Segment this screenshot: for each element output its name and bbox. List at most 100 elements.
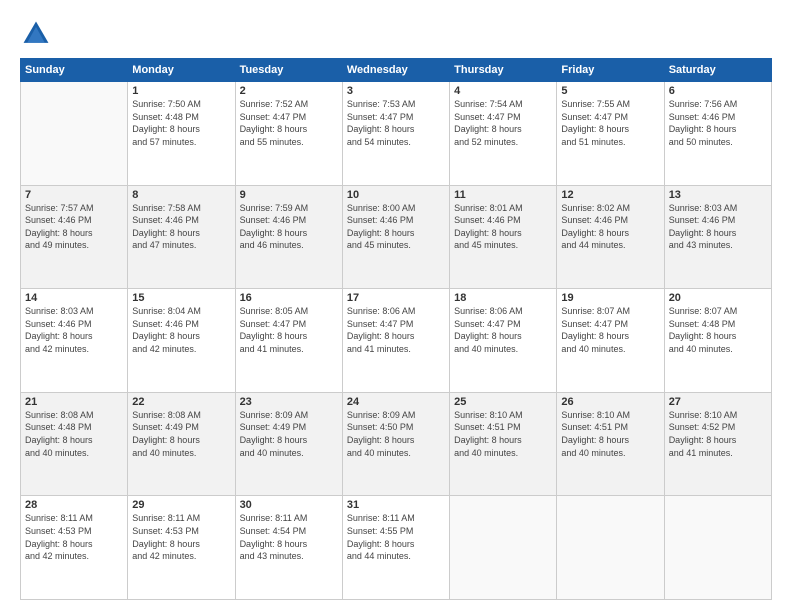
calendar-cell [557,496,664,600]
weekday-header-saturday: Saturday [664,59,771,82]
day-info: Sunrise: 8:00 AM Sunset: 4:46 PM Dayligh… [347,202,445,252]
calendar-cell [21,82,128,186]
calendar-week-row: 21Sunrise: 8:08 AM Sunset: 4:48 PM Dayli… [21,392,772,496]
day-number: 1 [132,85,230,97]
day-info: Sunrise: 7:56 AM Sunset: 4:46 PM Dayligh… [669,98,767,148]
calendar-week-row: 14Sunrise: 8:03 AM Sunset: 4:46 PM Dayli… [21,289,772,393]
day-info: Sunrise: 7:50 AM Sunset: 4:48 PM Dayligh… [132,98,230,148]
calendar-cell: 16Sunrise: 8:05 AM Sunset: 4:47 PM Dayli… [235,289,342,393]
calendar-cell: 17Sunrise: 8:06 AM Sunset: 4:47 PM Dayli… [342,289,449,393]
day-number: 27 [669,396,767,408]
day-number: 5 [561,85,659,97]
day-number: 22 [132,396,230,408]
day-info: Sunrise: 8:11 AM Sunset: 4:55 PM Dayligh… [347,512,445,562]
calendar-week-row: 28Sunrise: 8:11 AM Sunset: 4:53 PM Dayli… [21,496,772,600]
weekday-header-wednesday: Wednesday [342,59,449,82]
weekday-header-thursday: Thursday [450,59,557,82]
day-info: Sunrise: 8:10 AM Sunset: 4:51 PM Dayligh… [561,409,659,459]
weekday-header-friday: Friday [557,59,664,82]
day-info: Sunrise: 8:03 AM Sunset: 4:46 PM Dayligh… [25,305,123,355]
calendar-cell: 31Sunrise: 8:11 AM Sunset: 4:55 PM Dayli… [342,496,449,600]
day-number: 14 [25,292,123,304]
day-number: 8 [132,189,230,201]
calendar-table: SundayMondayTuesdayWednesdayThursdayFrid… [20,58,772,600]
calendar-cell: 6Sunrise: 7:56 AM Sunset: 4:46 PM Daylig… [664,82,771,186]
day-number: 11 [454,189,552,201]
day-number: 2 [240,85,338,97]
day-info: Sunrise: 7:52 AM Sunset: 4:47 PM Dayligh… [240,98,338,148]
day-number: 19 [561,292,659,304]
calendar-cell: 28Sunrise: 8:11 AM Sunset: 4:53 PM Dayli… [21,496,128,600]
calendar-cell: 22Sunrise: 8:08 AM Sunset: 4:49 PM Dayli… [128,392,235,496]
day-info: Sunrise: 8:01 AM Sunset: 4:46 PM Dayligh… [454,202,552,252]
day-number: 10 [347,189,445,201]
calendar-cell: 30Sunrise: 8:11 AM Sunset: 4:54 PM Dayli… [235,496,342,600]
day-number: 29 [132,499,230,511]
calendar-cell: 1Sunrise: 7:50 AM Sunset: 4:48 PM Daylig… [128,82,235,186]
calendar-cell: 26Sunrise: 8:10 AM Sunset: 4:51 PM Dayli… [557,392,664,496]
day-number: 13 [669,189,767,201]
day-number: 9 [240,189,338,201]
day-info: Sunrise: 8:06 AM Sunset: 4:47 PM Dayligh… [454,305,552,355]
day-info: Sunrise: 8:03 AM Sunset: 4:46 PM Dayligh… [669,202,767,252]
calendar-cell: 11Sunrise: 8:01 AM Sunset: 4:46 PM Dayli… [450,185,557,289]
day-info: Sunrise: 8:05 AM Sunset: 4:47 PM Dayligh… [240,305,338,355]
day-info: Sunrise: 8:07 AM Sunset: 4:47 PM Dayligh… [561,305,659,355]
calendar-cell: 5Sunrise: 7:55 AM Sunset: 4:47 PM Daylig… [557,82,664,186]
day-number: 16 [240,292,338,304]
calendar-cell: 23Sunrise: 8:09 AM Sunset: 4:49 PM Dayli… [235,392,342,496]
day-info: Sunrise: 7:54 AM Sunset: 4:47 PM Dayligh… [454,98,552,148]
calendar-cell: 13Sunrise: 8:03 AM Sunset: 4:46 PM Dayli… [664,185,771,289]
day-info: Sunrise: 8:07 AM Sunset: 4:48 PM Dayligh… [669,305,767,355]
day-info: Sunrise: 7:59 AM Sunset: 4:46 PM Dayligh… [240,202,338,252]
day-info: Sunrise: 7:57 AM Sunset: 4:46 PM Dayligh… [25,202,123,252]
day-info: Sunrise: 8:09 AM Sunset: 4:50 PM Dayligh… [347,409,445,459]
calendar-cell: 4Sunrise: 7:54 AM Sunset: 4:47 PM Daylig… [450,82,557,186]
day-number: 17 [347,292,445,304]
day-info: Sunrise: 8:10 AM Sunset: 4:51 PM Dayligh… [454,409,552,459]
day-number: 25 [454,396,552,408]
day-info: Sunrise: 8:08 AM Sunset: 4:49 PM Dayligh… [132,409,230,459]
day-info: Sunrise: 7:58 AM Sunset: 4:46 PM Dayligh… [132,202,230,252]
day-number: 4 [454,85,552,97]
day-number: 18 [454,292,552,304]
day-info: Sunrise: 8:11 AM Sunset: 4:53 PM Dayligh… [25,512,123,562]
day-number: 31 [347,499,445,511]
calendar-cell [450,496,557,600]
calendar-cell: 19Sunrise: 8:07 AM Sunset: 4:47 PM Dayli… [557,289,664,393]
calendar-cell: 9Sunrise: 7:59 AM Sunset: 4:46 PM Daylig… [235,185,342,289]
calendar-cell: 3Sunrise: 7:53 AM Sunset: 4:47 PM Daylig… [342,82,449,186]
day-info: Sunrise: 7:55 AM Sunset: 4:47 PM Dayligh… [561,98,659,148]
calendar-cell: 27Sunrise: 8:10 AM Sunset: 4:52 PM Dayli… [664,392,771,496]
calendar-cell: 2Sunrise: 7:52 AM Sunset: 4:47 PM Daylig… [235,82,342,186]
header [20,18,772,50]
day-number: 12 [561,189,659,201]
day-number: 21 [25,396,123,408]
day-number: 7 [25,189,123,201]
page: SundayMondayTuesdayWednesdayThursdayFrid… [0,0,792,612]
calendar-cell: 10Sunrise: 8:00 AM Sunset: 4:46 PM Dayli… [342,185,449,289]
day-number: 26 [561,396,659,408]
day-info: Sunrise: 7:53 AM Sunset: 4:47 PM Dayligh… [347,98,445,148]
calendar-cell: 25Sunrise: 8:10 AM Sunset: 4:51 PM Dayli… [450,392,557,496]
calendar-cell: 20Sunrise: 8:07 AM Sunset: 4:48 PM Dayli… [664,289,771,393]
weekday-header-tuesday: Tuesday [235,59,342,82]
day-number: 20 [669,292,767,304]
day-info: Sunrise: 8:06 AM Sunset: 4:47 PM Dayligh… [347,305,445,355]
calendar-cell: 21Sunrise: 8:08 AM Sunset: 4:48 PM Dayli… [21,392,128,496]
day-info: Sunrise: 8:09 AM Sunset: 4:49 PM Dayligh… [240,409,338,459]
day-number: 3 [347,85,445,97]
calendar-cell: 15Sunrise: 8:04 AM Sunset: 4:46 PM Dayli… [128,289,235,393]
calendar-cell: 24Sunrise: 8:09 AM Sunset: 4:50 PM Dayli… [342,392,449,496]
day-number: 24 [347,396,445,408]
calendar-cell: 12Sunrise: 8:02 AM Sunset: 4:46 PM Dayli… [557,185,664,289]
day-info: Sunrise: 8:11 AM Sunset: 4:54 PM Dayligh… [240,512,338,562]
day-number: 15 [132,292,230,304]
day-number: 30 [240,499,338,511]
calendar-cell [664,496,771,600]
day-info: Sunrise: 8:04 AM Sunset: 4:46 PM Dayligh… [132,305,230,355]
weekday-header-sunday: Sunday [21,59,128,82]
day-info: Sunrise: 8:08 AM Sunset: 4:48 PM Dayligh… [25,409,123,459]
day-info: Sunrise: 8:10 AM Sunset: 4:52 PM Dayligh… [669,409,767,459]
calendar-cell: 14Sunrise: 8:03 AM Sunset: 4:46 PM Dayli… [21,289,128,393]
